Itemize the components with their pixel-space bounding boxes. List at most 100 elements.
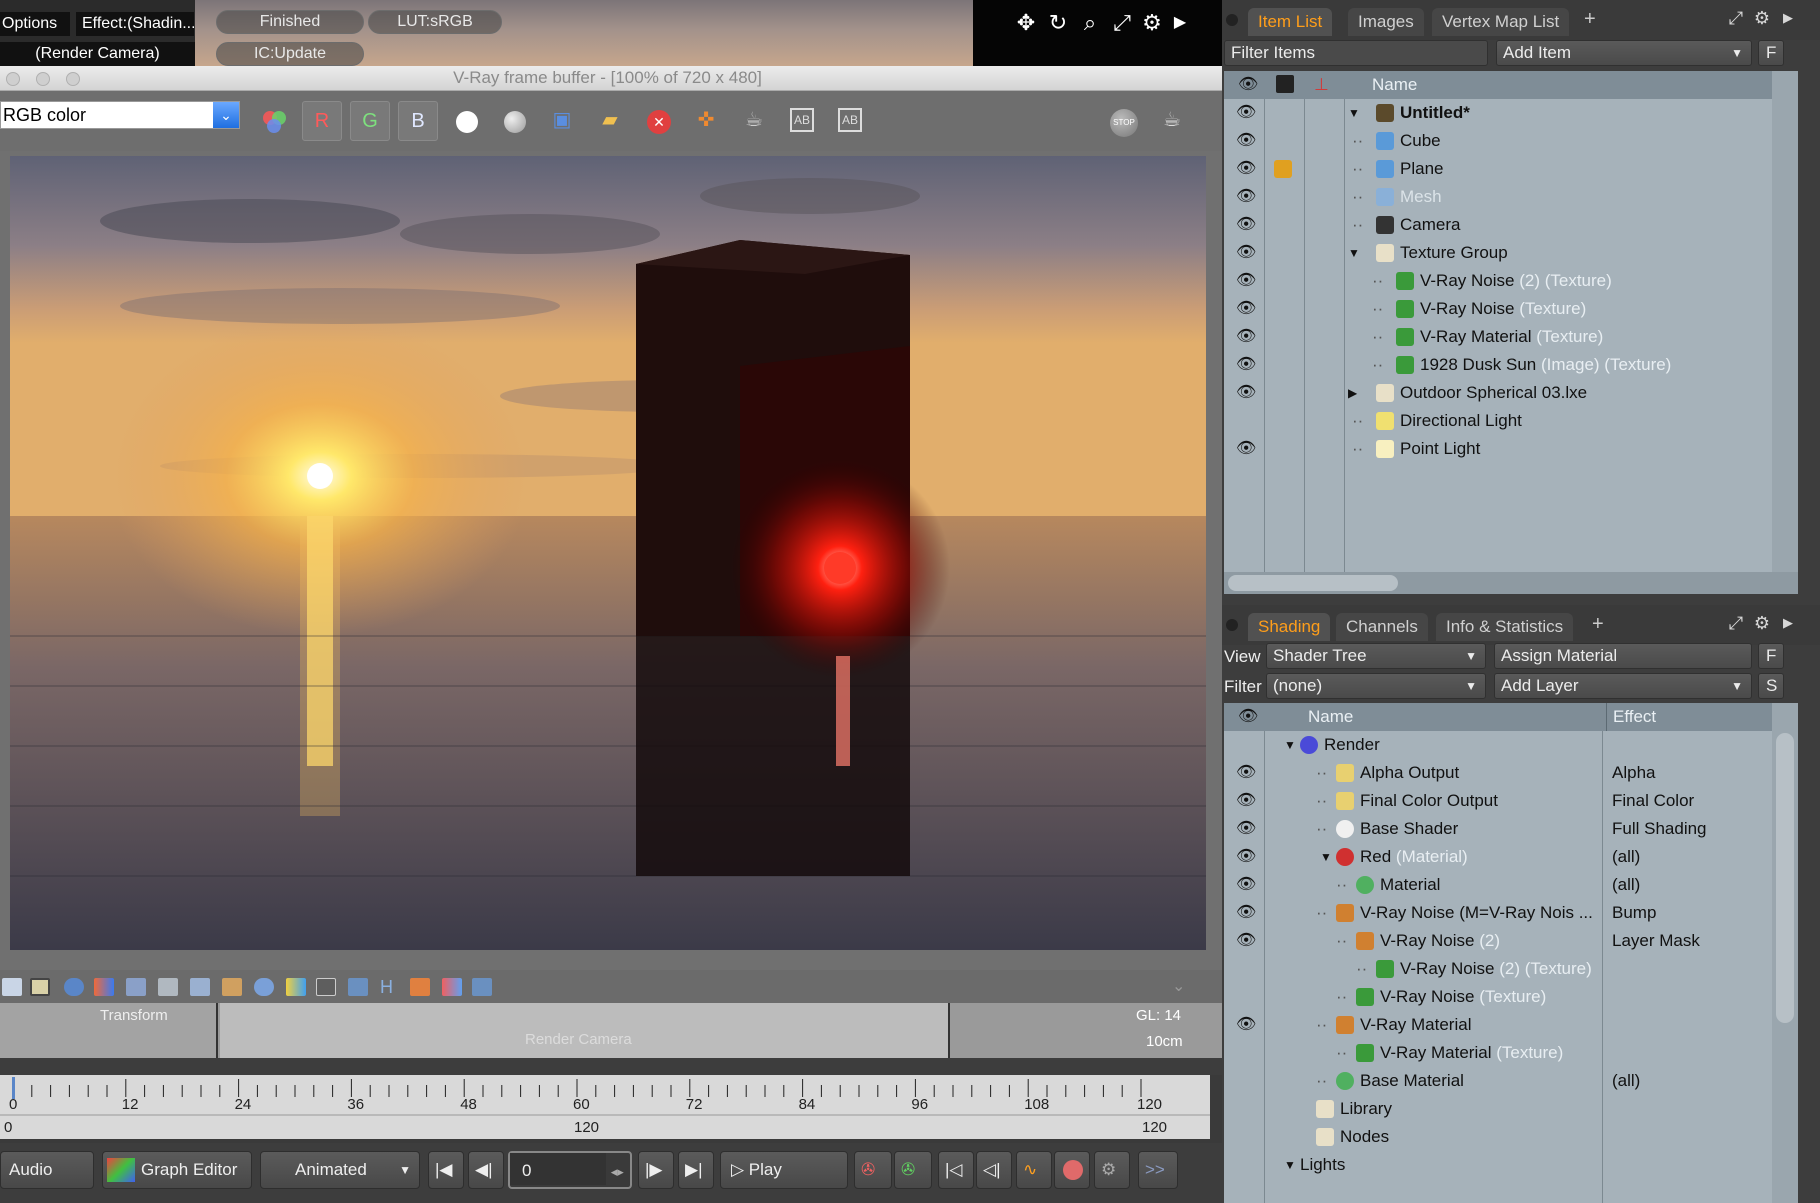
maximize-icon[interactable]: ⤢ <box>1726 613 1746 633</box>
visibility-eye-icon[interactable]: 👁 <box>1236 355 1256 375</box>
item-row[interactable]: 👁 ·· Cube <box>1224 127 1772 155</box>
tab-vertex-map-list[interactable]: Vertex Map List <box>1432 8 1570 36</box>
shading-s-button[interactable]: S <box>1758 673 1784 699</box>
visibility-eye-icon[interactable]: 👁 <box>1236 1015 1256 1035</box>
shader-row[interactable]: 👁 ▼ Red (Material) (all) <box>1224 843 1772 871</box>
gear-icon[interactable]: ⚙ <box>1752 8 1772 28</box>
background-image-icon[interactable] <box>286 978 306 996</box>
play-button[interactable]: ▷ Play <box>720 1151 848 1189</box>
ic-update-pill[interactable]: IC:Update <box>216 42 364 66</box>
curves-icon[interactable] <box>190 978 210 996</box>
scrollbar-thumb[interactable] <box>1776 733 1794 1023</box>
item-row[interactable]: 👁 ▼ Untitled* <box>1224 99 1772 127</box>
layer-effect[interactable]: Layer Mask <box>1606 927 1700 955</box>
add-tab-button[interactable]: + <box>1592 613 1604 636</box>
item-row[interactable]: ·· Directional Light <box>1224 407 1772 435</box>
key-filter-icon[interactable]: ⚙ <box>1094 1151 1130 1189</box>
item-tag-icon[interactable] <box>1274 160 1292 178</box>
panel-handle-icon[interactable] <box>1226 619 1238 631</box>
zoom-icon[interactable]: ⌕ <box>1077 10 1103 36</box>
color-correction-icon[interactable] <box>94 978 114 996</box>
visibility-column-icon[interactable]: 👁 <box>1238 71 1258 99</box>
shader-row[interactable]: ▼ Render <box>1224 731 1772 759</box>
timeline[interactable]: 0 12 24 36 48 60 72 84 96 108 120 0 120 120 <box>0 1075 1210 1139</box>
lut-icon[interactable] <box>348 978 368 996</box>
shader-row[interactable]: 👁 ·· V-Ray Noise (2) Layer Mask <box>1224 927 1772 955</box>
lens-effects-icon[interactable] <box>410 978 430 996</box>
layer-effect[interactable]: Alpha <box>1606 759 1655 787</box>
shader-row[interactable]: 👁 ·· Alpha Output Alpha <box>1224 759 1772 787</box>
stop-render-button[interactable]: STOP <box>1104 101 1144 141</box>
track-mouse-icon[interactable]: ✜ <box>686 101 726 141</box>
prev-keyframe-button[interactable]: |◁ <box>938 1151 974 1189</box>
white-circle-icon[interactable] <box>446 101 486 141</box>
tab-channels[interactable]: Channels <box>1336 613 1428 641</box>
item-row[interactable]: 👁 ·· Point Light <box>1224 435 1772 463</box>
graph-editor-button[interactable]: Graph Editor <box>102 1151 252 1189</box>
hsl-icon[interactable] <box>126 978 146 996</box>
visibility-eye-icon[interactable]: 👁 <box>1236 243 1256 263</box>
white-balance-icon[interactable] <box>254 978 274 996</box>
move-icon[interactable]: ✥ <box>1013 10 1039 36</box>
maximize-icon[interactable]: ⤢ <box>1109 10 1135 36</box>
gray-circle-icon[interactable] <box>494 101 534 141</box>
item-row[interactable]: 👁 ·· Plane <box>1224 155 1772 183</box>
add-tab-button[interactable]: + <box>1584 8 1596 31</box>
visibility-eye-icon[interactable]: 👁 <box>1236 131 1256 151</box>
blue-channel-button[interactable]: B <box>398 101 438 141</box>
prev-key-button[interactable]: ◀| <box>468 1151 504 1189</box>
visibility-eye-icon[interactable]: 👁 <box>1236 103 1256 123</box>
view-dropdown[interactable]: Shader Tree ▼ <box>1266 643 1486 669</box>
item-row[interactable]: 👁 ·· V-Ray Noise (Texture) <box>1224 295 1772 323</box>
visibility-eye-icon[interactable]: 👁 <box>1236 875 1256 895</box>
name-column-header[interactable]: Name <box>1308 703 1353 731</box>
levels-icon[interactable] <box>158 978 178 996</box>
green-channel-button[interactable]: G <box>350 101 390 141</box>
visibility-eye-icon[interactable]: 👁 <box>1236 383 1256 403</box>
shader-row[interactable]: Library <box>1224 1095 1772 1123</box>
layer-effect[interactable]: (all) <box>1606 843 1640 871</box>
shader-row[interactable]: 👁 ·· Material (all) <box>1224 871 1772 899</box>
shader-row[interactable]: 👁 ·· Base Shader Full Shading <box>1224 815 1772 843</box>
expand-arrow-icon[interactable]: ▼ <box>1320 843 1332 871</box>
layer-effect[interactable]: Final Color <box>1606 787 1694 815</box>
visibility-eye-icon[interactable]: 👁 <box>1236 271 1256 291</box>
name-column-header[interactable]: Name <box>1372 71 1417 99</box>
shading-f-button[interactable]: F <box>1758 643 1784 669</box>
expand-arrow-icon[interactable]: ▼ <box>1348 99 1360 127</box>
play-arrow-icon[interactable]: ▶ <box>1167 10 1193 36</box>
visibility-eye-icon[interactable]: 👁 <box>1236 187 1256 207</box>
maximize-icon[interactable]: ⤢ <box>1726 8 1746 28</box>
item-row[interactable]: 👁 ·· V-Ray Noise (2) (Texture) <box>1224 267 1772 295</box>
axis-column-icon[interactable]: ⊥ <box>1314 71 1329 99</box>
layer-effect[interactable]: Full Shading <box>1606 815 1707 843</box>
auto-key-icon[interactable]: ✇ <box>854 1151 892 1189</box>
info-icon[interactable] <box>64 978 84 996</box>
panel-handle-icon[interactable] <box>1226 14 1238 26</box>
lut-pill[interactable]: LUT:sRGB <box>368 10 502 34</box>
shader-row[interactable]: 👁 ·· Final Color Output Final Color <box>1224 787 1772 815</box>
panel-menu-icon[interactable]: ▶ <box>1778 8 1798 28</box>
next-key-button[interactable]: |▶ <box>638 1151 674 1189</box>
clear-image-icon[interactable]: ✕ <box>638 101 678 141</box>
chevron-down-icon[interactable]: ⌄ <box>213 102 239 128</box>
visibility-eye-icon[interactable]: 👁 <box>1236 439 1256 459</box>
curve-icon[interactable] <box>316 978 336 996</box>
shader-row[interactable]: ·· V-Ray Material (Texture) <box>1224 1039 1772 1067</box>
history-icon[interactable] <box>2 978 22 996</box>
shader-row[interactable]: ▼ Lights <box>1224 1151 1772 1179</box>
render-teapot-icon[interactable]: ☕ <box>1152 101 1192 141</box>
tab-info-statistics[interactable]: Info & Statistics <box>1436 613 1574 641</box>
go-to-end-button[interactable]: ▶| <box>678 1151 714 1189</box>
compare-b-icon[interactable]: AB <box>830 101 870 141</box>
pixel-info-icon[interactable] <box>30 978 50 996</box>
color-channels-icon[interactable] <box>254 101 294 141</box>
render-image[interactable] <box>10 156 1206 950</box>
save-image-icon[interactable]: ▣ <box>542 101 582 141</box>
visibility-eye-icon[interactable]: 👁 <box>1236 931 1256 951</box>
visibility-column-icon[interactable]: 👁 <box>1238 703 1258 731</box>
ocio-icon[interactable] <box>472 978 492 996</box>
visibility-eye-icon[interactable]: 👁 <box>1236 791 1256 811</box>
curve-key-icon[interactable]: ∿ <box>1016 1151 1052 1189</box>
compare-a-icon[interactable]: AB <box>782 101 822 141</box>
